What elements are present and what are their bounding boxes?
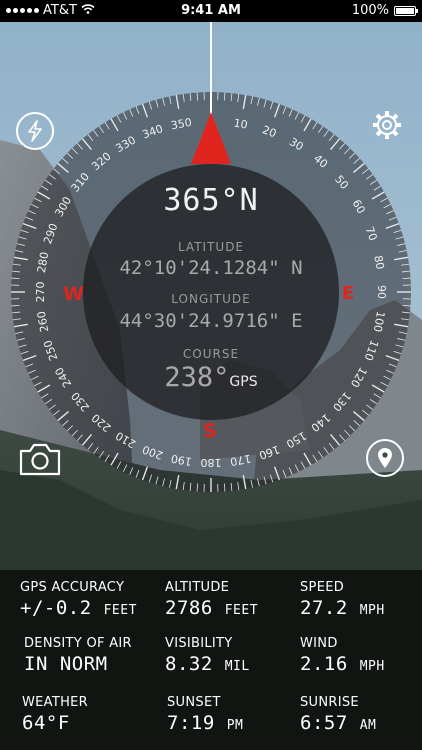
latitude-value: 42°10'24.1284" N xyxy=(119,257,303,279)
stat-gps-accuracy: GPS ACCURACY +/-0.2 FEET xyxy=(20,580,137,619)
stats-panel: GPS ACCURACY +/-0.2 FEET ALTITUDE 2786 F… xyxy=(0,570,422,750)
stat-value: IN NORM xyxy=(24,653,108,675)
stat-wind: WIND 2.16 MPH xyxy=(300,636,385,675)
stat-label: WIND xyxy=(300,636,338,651)
course-value: 238° xyxy=(164,362,230,393)
stat-sunset: SUNSET 7:19 PM xyxy=(167,695,243,734)
stat-value: 27.2 MPH xyxy=(300,597,385,619)
stat-label: DENSITY OF AIR xyxy=(24,636,132,651)
cardinal-north: N xyxy=(203,143,219,165)
stat-value: 2786 FEET xyxy=(165,597,259,619)
map-pin-icon xyxy=(378,448,392,468)
compass-tick xyxy=(196,92,199,101)
stat-value: 2.16 MPH xyxy=(300,653,385,675)
compass-tick xyxy=(223,92,226,101)
stat-label: SUNRISE xyxy=(300,695,359,710)
battery-percent: 100% xyxy=(351,3,389,18)
camera-button[interactable] xyxy=(18,441,62,477)
stat-value: 64°F xyxy=(22,712,70,734)
stat-visibility: VISIBILITY 8.32 MIL xyxy=(165,636,250,675)
stat-value: 7:19 PM xyxy=(167,712,244,734)
stat-value: +/-0.2 FEET xyxy=(20,597,137,619)
status-right: 100% xyxy=(351,3,418,18)
course-unit: GPS xyxy=(229,374,258,390)
stat-label: SPEED xyxy=(300,580,345,595)
stat-label: SUNSET xyxy=(167,695,221,710)
stat-label: WEATHER xyxy=(22,695,89,710)
stat-sunrise: SUNRISE 6:57 AM xyxy=(300,695,376,734)
heading-value: 365°N xyxy=(163,183,259,218)
compass-tick xyxy=(223,483,226,492)
compass-degree-label: 180 xyxy=(201,456,222,469)
stat-label: VISIBILITY xyxy=(165,636,233,651)
lightning-icon xyxy=(28,120,42,142)
settings-button[interactable] xyxy=(368,106,406,144)
compass-degree-label: 10 xyxy=(233,116,249,131)
camera-icon xyxy=(19,443,61,476)
stat-label: GPS ACCURACY xyxy=(20,580,125,595)
stat-density-of-air: DENSITY OF AIR IN NORM xyxy=(24,636,132,675)
status-bar: AT&T 9:41 AM 100% xyxy=(0,0,422,22)
stat-speed: SPEED 27.2 MPH xyxy=(300,580,385,619)
latitude-label: LATITUDE xyxy=(177,240,245,254)
course-label: COURSE xyxy=(182,347,240,361)
stat-value: 6:57 AM xyxy=(300,712,377,734)
stat-altitude: ALTITUDE 2786 FEET xyxy=(165,580,258,619)
gear-icon xyxy=(373,111,401,139)
stat-label: ALTITUDE xyxy=(165,580,230,595)
cardinal-south: S xyxy=(203,420,217,442)
location-button[interactable] xyxy=(366,439,404,477)
longitude-label: LONGITUDE xyxy=(171,292,251,306)
flash-button[interactable] xyxy=(16,112,54,150)
stat-weather: WEATHER 64°F xyxy=(22,695,88,734)
stat-value: 8.32 MIL xyxy=(165,653,250,675)
longitude-value: 44°30'24.9716" E xyxy=(119,310,303,332)
battery-icon xyxy=(394,5,418,16)
compass-tick xyxy=(196,483,199,492)
course-readout: 238°GPS xyxy=(0,362,422,393)
